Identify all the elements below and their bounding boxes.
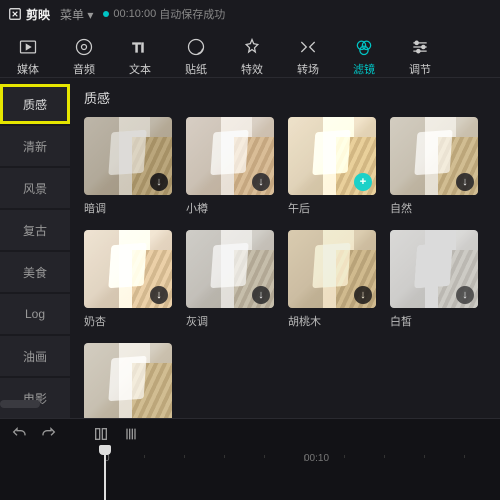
download-icon[interactable]: ↓ bbox=[150, 173, 168, 191]
timeline-undo-button[interactable] bbox=[6, 422, 32, 446]
sidebar-item-painting[interactable]: 油画 bbox=[0, 336, 70, 376]
svg-text:TI: TI bbox=[133, 40, 145, 55]
top-toolbar: 媒体音频 TI文本贴纸特效转场滤镜调节 bbox=[0, 28, 500, 78]
filter-label: 午后 bbox=[288, 200, 376, 216]
timeline-redo-button[interactable] bbox=[36, 422, 62, 446]
download-icon[interactable]: ↓ bbox=[456, 286, 474, 304]
filter-thumbnail: + bbox=[288, 117, 376, 195]
filter-label: 灰调 bbox=[186, 313, 274, 329]
trans-icon bbox=[297, 36, 319, 58]
sidebar-item-retro[interactable]: 复古 bbox=[0, 210, 70, 250]
filter-card-hutaomu[interactable]: ↓ 胡桃木 bbox=[288, 230, 376, 329]
scrollbar-thumb[interactable] bbox=[0, 400, 40, 408]
horizontal-scrollbar[interactable] bbox=[0, 400, 500, 408]
filter-card-naixing[interactable]: ↓ 奶杏 bbox=[84, 230, 172, 329]
toolbar-tab-media[interactable]: 媒体 bbox=[10, 31, 46, 77]
toolbar-tab-trans[interactable]: 转场 bbox=[290, 31, 326, 77]
filter-card-huitiao[interactable]: ↓ 灰调 bbox=[186, 230, 274, 329]
filter-label: 自然 bbox=[390, 200, 478, 216]
media-icon bbox=[17, 36, 39, 58]
filter-thumbnail: ↓ bbox=[84, 117, 172, 195]
sidebar-item-fresh[interactable]: 清新 bbox=[0, 126, 70, 166]
text-icon: TI bbox=[129, 36, 151, 58]
filter-label: 暗调 bbox=[84, 200, 172, 216]
filter-thumbnail: ↓ bbox=[84, 230, 172, 308]
filter-card-wuhou[interactable]: + 午后 bbox=[288, 117, 376, 216]
filter-card-ziran[interactable]: ↓ 自然 bbox=[390, 117, 478, 216]
app-logo: 剪映 bbox=[8, 6, 50, 23]
filter-grid: ↓ 暗调 ↓ 小樽 + 午后 ↓ 自然 ↓ 奶杏 ↓ 灰调 ↓ 胡桃木 ↓ 白皙 bbox=[84, 117, 490, 418]
filter-card-baixi[interactable]: ↓ 白皙 bbox=[390, 230, 478, 329]
section-title: 质感 bbox=[84, 88, 490, 107]
filter-thumbnail: ↓ bbox=[390, 117, 478, 195]
toolbar-tab-text[interactable]: TI文本 bbox=[122, 31, 158, 77]
download-icon[interactable]: ↓ bbox=[456, 173, 474, 191]
main-area: 质感清新风景复古美食Log油画电影 质感 ↓暗调↓小樽+午后↓自然↓奶杏↓灰调↓… bbox=[0, 78, 500, 418]
playhead[interactable] bbox=[104, 449, 106, 500]
toolbar-tab-adjust[interactable]: 调节 bbox=[402, 31, 438, 77]
sidebar-item-movie[interactable]: 电影 bbox=[0, 378, 70, 418]
filter-thumbnail: ↓ bbox=[288, 230, 376, 308]
filter-thumbnail: ↓ bbox=[186, 230, 274, 308]
filter-category-sidebar: 质感清新风景复古美食Log油画电影 bbox=[0, 78, 70, 418]
timeline-panel: 0 00:10 bbox=[0, 418, 500, 500]
filter-label: 奶杏 bbox=[84, 313, 172, 329]
toolbar-tab-sticker[interactable]: 贴纸 bbox=[178, 31, 214, 77]
sidebar-item-scenery[interactable]: 风景 bbox=[0, 168, 70, 208]
effect-icon bbox=[241, 36, 263, 58]
filter-thumbnail: ↓ bbox=[390, 230, 478, 308]
download-icon[interactable]: ↓ bbox=[252, 286, 270, 304]
autosave-status: 00:10:00 自动保存成功 bbox=[103, 6, 225, 22]
app-name: 剪映 bbox=[26, 6, 50, 23]
filter-label: 胡桃木 bbox=[288, 313, 376, 329]
filter-thumbnail: ↓ bbox=[186, 117, 274, 195]
filter-icon bbox=[353, 36, 375, 58]
timeline-split-button[interactable] bbox=[88, 422, 114, 446]
toolbar-tab-audio[interactable]: 音频 bbox=[66, 31, 102, 77]
adjust-icon bbox=[409, 36, 431, 58]
toolbar-tab-effect[interactable]: 特效 bbox=[234, 31, 270, 77]
title-bar: 剪映 菜单 ▾ 00:10:00 自动保存成功 bbox=[0, 0, 500, 28]
filter-content: 质感 ↓ 暗调 ↓ 小樽 + 午后 ↓ 自然 ↓ 奶杏 ↓ 灰调 ↓ 胡桃木 ↓ 白皙 bbox=[70, 78, 500, 418]
sidebar-item-food[interactable]: 美食 bbox=[0, 252, 70, 292]
sticker-icon bbox=[185, 36, 207, 58]
logo-icon bbox=[8, 7, 22, 21]
toolbar-tab-filter[interactable]: 滤镜 bbox=[346, 31, 382, 77]
menu-dropdown[interactable]: 菜单 ▾ bbox=[60, 6, 93, 23]
filter-label: 白皙 bbox=[390, 313, 478, 329]
audio-icon bbox=[73, 36, 95, 58]
timeline-ruler[interactable]: 0 00:10 bbox=[84, 455, 500, 471]
filter-card-xiaozun[interactable]: ↓ 小樽 bbox=[186, 117, 274, 216]
timeline-cut-button[interactable] bbox=[118, 422, 144, 446]
download-icon[interactable]: ↓ bbox=[252, 173, 270, 191]
filter-card-antian[interactable]: ↓ 暗调 bbox=[84, 117, 172, 216]
sidebar-item-quality[interactable]: 质感 bbox=[0, 84, 70, 124]
add-icon[interactable]: + bbox=[354, 173, 372, 191]
download-icon[interactable]: ↓ bbox=[354, 286, 372, 304]
status-dot-icon bbox=[103, 11, 109, 17]
sidebar-item-log[interactable]: Log bbox=[0, 294, 70, 334]
filter-label: 小樽 bbox=[186, 200, 274, 216]
timeline-toolbar bbox=[0, 419, 500, 449]
download-icon[interactable]: ↓ bbox=[150, 286, 168, 304]
tick-label-1: 00:10 bbox=[304, 453, 329, 464]
